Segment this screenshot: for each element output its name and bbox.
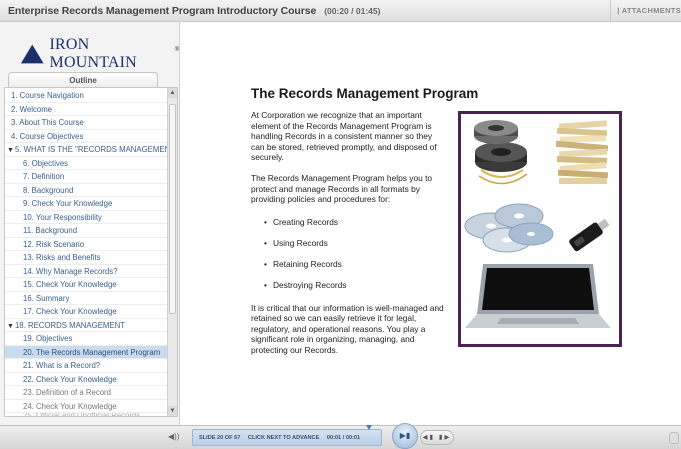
slide-body: At Corporation we recognize that an impo… (251, 110, 447, 366)
records-media-image (458, 111, 622, 347)
outline-item-label: 17. Check Your Knowledge (23, 307, 117, 316)
outline-item[interactable]: 23. Definition of a Record (5, 386, 168, 400)
outline-item-label: 9. Check Your Knowledge (23, 199, 113, 208)
outline-item[interactable]: 17. Check Your Knowledge (5, 305, 168, 319)
slide-area: The Records Management Program At Corpor… (181, 22, 681, 425)
course-title: Enterprise Records Management Program In… (8, 4, 317, 17)
outline-item-label: 4. Course Objectives (11, 131, 84, 141)
progress-marker-icon[interactable] (366, 425, 372, 430)
outline-item[interactable]: 22. Check Your Knowledge (5, 373, 168, 386)
outline-item[interactable]: 19. Objectives (5, 332, 168, 346)
usb-drive-icon (569, 218, 610, 252)
outline-item-label: 11. Background (23, 226, 78, 235)
outline-item[interactable]: 25. Official and Unofficial Records (5, 413, 168, 416)
slide-paragraph-2: The Records Management Program helps you… (251, 172, 433, 205)
course-timecode: (00:20 / 01:45) (324, 5, 381, 16)
outline-item-label: 19. Objectives (23, 334, 73, 343)
outline-item-label: 23. Definition of a Record (23, 388, 111, 397)
left-panel: IRON MOUNTAIN ® Outline 1. Course Naviga… (0, 22, 180, 425)
slide-title: The Records Management Program (251, 86, 479, 101)
outline-item[interactable]: 9. Check Your Knowledge (5, 197, 168, 211)
outline-item-label: 24. Check Your Knowledge (23, 401, 117, 411)
outline-item-label: 1. Course Navigation (11, 91, 84, 100)
title-bar: Enterprise Records Management Program In… (0, 0, 681, 22)
outline-item-label: 12. Risk Scenario (23, 239, 85, 249)
mountain-logo-icon (20, 44, 44, 64)
cd-disc-icon (464, 203, 554, 253)
outline-item-label: 5. WHAT IS THE "RECORDS MANAGEMENT (14, 145, 168, 154)
outline-item[interactable]: 7. Definition (5, 170, 168, 184)
prev-next-buttons[interactable]: ◀▮ ▮▶ (420, 430, 454, 445)
outline-item[interactable]: 10. Your Responsibility (5, 211, 168, 224)
outline-item-label: 8. Background (23, 185, 74, 195)
outline-item[interactable]: 4. Course Objectives (5, 130, 168, 143)
attachments-button[interactable]: | ATTACHMENTS (610, 0, 681, 22)
slide-bullet-list: Creating Records Using Records Retaining… (264, 217, 447, 291)
outline-item[interactable]: 24. Check Your Knowledge (5, 400, 168, 413)
outline-item-label: 21. What is a Record? (23, 361, 101, 370)
play-pause-button[interactable]: ▶▮ (392, 423, 418, 449)
outline-list: 1. Course Navigation 2. Welcome 3. About T… (5, 89, 168, 416)
outline-item[interactable]: 3. About This Course (5, 116, 168, 130)
tab-outline[interactable]: Outline (8, 72, 158, 88)
registered-mark: ® (174, 47, 179, 53)
outline-item[interactable]: 13. Risks and Benefits (5, 251, 168, 265)
slide-time: 00:01 / 00:01 (326, 435, 361, 441)
outline-item-label: 3. About This Course (11, 118, 84, 127)
outline-item-label: 2. Welcome (11, 104, 53, 114)
outline-item[interactable]: 12. Risk Scenario (5, 238, 168, 251)
outline-item[interactable]: 20. The Records Management Program (5, 345, 168, 359)
outline-item-label: 16. Summary (23, 293, 70, 303)
outline-item-label: 13. Risks and Benefits (23, 253, 101, 262)
outline-item[interactable]: 11. Background (5, 224, 168, 238)
outline-item-label: 20. The Records Management Program (23, 347, 161, 357)
outline-item-label: 10. Your Responsibility (23, 212, 102, 222)
outline-item-label: 25. Official and Unofficial Records (23, 413, 140, 416)
outline-section[interactable]: ▼5. WHAT IS THE "RECORDS MANAGEMENT (5, 143, 168, 157)
outline-item-label: 18. RECORDS MANAGEMENT (14, 320, 125, 330)
outline-item-label: 15. Check Your Knowledge (23, 280, 117, 289)
expand-triangle-icon[interactable]: ▼ (7, 144, 14, 156)
outline-scrollbar[interactable]: ▲ ▼ (167, 88, 177, 416)
film-reel-icon (474, 120, 528, 185)
records-media-illustration (464, 120, 611, 328)
bullet-item: Destroying Records (264, 280, 447, 291)
bullet-item: Retaining Records (264, 259, 447, 270)
outline-item[interactable]: 8. Background (5, 184, 168, 197)
expand-triangle-icon[interactable]: ▼ (7, 320, 14, 332)
outline-item[interactable]: 15. Check Your Knowledge (5, 278, 168, 292)
outline-item[interactable]: 6. Objectives (5, 157, 168, 170)
corner-toggle-button[interactable] (669, 432, 679, 444)
scrollbar-thumb[interactable] (169, 104, 176, 314)
laptop-icon (465, 264, 611, 328)
slide-paragraph-1: At Corporation we recognize that an impo… (251, 110, 437, 163)
slide-paragraph-3: It is critical that our information is w… (251, 302, 444, 355)
outline-item-label: 14. Why Manage Records? (23, 266, 118, 276)
outline-item-label: 22. Check Your Knowledge (23, 374, 117, 384)
paper-stack-icon (555, 120, 609, 184)
scroll-down-icon[interactable]: ▼ (168, 406, 177, 416)
bullet-item: Creating Records (264, 217, 447, 228)
outline-item[interactable]: 1. Course Navigation (5, 89, 168, 103)
bullet-item: Using Records (264, 238, 447, 249)
outline-item[interactable]: 21. What is a Record? (5, 359, 168, 373)
outline-item-label: 6. Objectives (23, 158, 69, 168)
logo-wordmark: IRON MOUNTAIN (49, 36, 137, 71)
volume-icon[interactable]: ◀)) (168, 432, 179, 441)
scroll-up-icon[interactable]: ▲ (168, 88, 177, 98)
player-control-bar: ◀)) SLIDE 20 OF 67 CLICK NEXT TO ADVANCE… (0, 423, 681, 449)
iron-mountain-logo: IRON MOUNTAIN ® (20, 36, 179, 72)
outline-item-label: 7. Definition (23, 172, 65, 181)
outline-item[interactable]: 2. Welcome (5, 103, 168, 116)
slide-counter: SLIDE 20 OF 67 (199, 435, 241, 441)
outline-section[interactable]: ▼18. RECORDS MANAGEMENT (5, 319, 168, 332)
outline-item[interactable]: 16. Summary (5, 292, 168, 305)
slide-progress-panel[interactable]: SLIDE 20 OF 67 CLICK NEXT TO ADVANCE 00:… (192, 425, 382, 446)
outline-item[interactable]: 14. Why Manage Records? (5, 265, 168, 278)
advance-instruction: CLICK NEXT TO ADVANCE (247, 435, 320, 441)
outline-panel: 1. Course Navigation 2. Welcome 3. About T… (4, 87, 178, 417)
